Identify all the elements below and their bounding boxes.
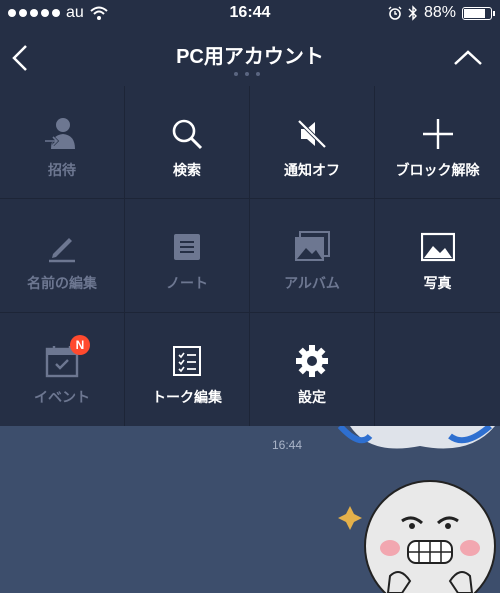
menu-empty-cell <box>375 313 500 426</box>
menu-item-album[interactable]: アルバム <box>250 199 375 313</box>
menu-label-photo: 写真 <box>423 275 452 292</box>
search-icon <box>167 114 207 154</box>
menu-label-note: ノート <box>166 275 208 292</box>
invite-user-icon <box>42 114 82 154</box>
chat-menu-panel: 招待 検索 通知オフ ブロック解除 名前の編集 ノート アルバム 写真 N イベ… <box>0 86 500 426</box>
checklist-icon <box>167 341 207 381</box>
battery-percent: 88% <box>423 4 456 21</box>
menu-item-unblock[interactable]: ブロック解除 <box>375 86 500 200</box>
chat-header: PC用アカウント <box>0 28 500 86</box>
menu-item-edit-name[interactable]: 名前の編集 <box>0 199 125 313</box>
battery-icon <box>462 6 495 20</box>
menu-label-invite: 招待 <box>48 162 76 178</box>
menu-label-album: アルバム <box>284 275 340 292</box>
menu-item-note[interactable]: ノート <box>125 199 250 313</box>
sticker-bear-icon[interactable] <box>330 426 500 593</box>
collapse-menu-button[interactable] <box>452 46 484 70</box>
menu-item-photo[interactable]: 写真 <box>375 199 500 313</box>
menu-label-edit-name: 名前の編集 <box>27 275 97 292</box>
menu-label-settings: 設定 <box>298 388 326 405</box>
menu-label-mute: 通知オフ <box>284 162 340 178</box>
mute-icon <box>292 114 332 154</box>
menu-page-indicator <box>234 72 260 76</box>
menu-item-settings[interactable]: 設定 <box>250 312 375 426</box>
album-icon <box>292 227 332 267</box>
photo-icon <box>418 227 458 267</box>
pencil-icon <box>42 227 82 267</box>
status-right: 88% <box>388 4 495 22</box>
menu-item-event[interactable]: N イベント <box>0 312 125 426</box>
menu-item-edit-chat[interactable]: トーク編集 <box>125 312 250 426</box>
menu-item-mute[interactable]: 通知オフ <box>250 86 375 200</box>
menu-label-event: イベント <box>34 388 90 405</box>
message-timestamp: 16:44 <box>272 438 303 452</box>
chat-area[interactable]: 16:44 <box>0 426 500 593</box>
alarm-icon <box>388 6 402 20</box>
menu-item-invite[interactable]: 招待 <box>0 86 125 200</box>
bluetooth-icon <box>408 5 417 21</box>
plus-icon <box>418 114 458 154</box>
gear-icon <box>292 341 332 381</box>
menu-item-search[interactable]: 検索 <box>125 86 250 200</box>
menu-label-search: 検索 <box>173 162 201 178</box>
menu-label-edit-chat: トーク編集 <box>152 388 222 405</box>
menu-label-unblock: ブロック解除 <box>395 162 480 178</box>
note-icon <box>167 227 207 267</box>
page-title: PC用アカウント <box>176 46 324 68</box>
new-badge: N <box>70 334 90 355</box>
calendar-icon: N <box>42 334 90 381</box>
status-bar: au 16:44 88% <box>0 0 500 28</box>
